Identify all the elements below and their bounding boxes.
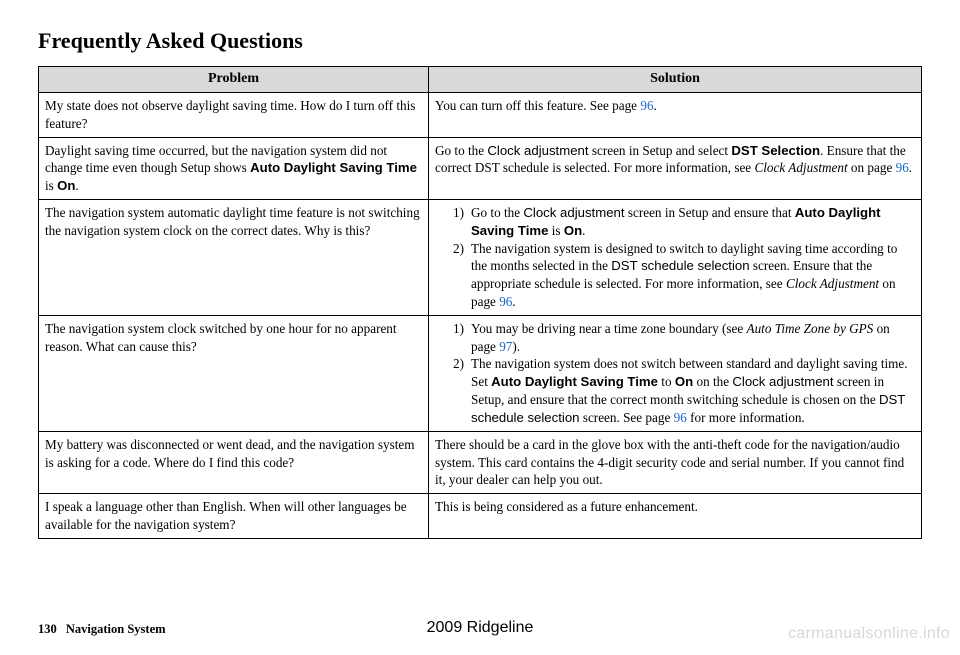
ui-term: Clock adjustment xyxy=(732,374,833,389)
text: is xyxy=(45,178,57,193)
col-header-problem: Problem xyxy=(39,67,429,93)
ui-term: DST Selection xyxy=(731,143,820,158)
page-link[interactable]: 96 xyxy=(499,294,512,309)
list-number: 1) xyxy=(453,204,471,240)
ordered-list: 1) Go to the Clock adjustment screen in … xyxy=(435,204,915,311)
solution-cell: You can turn off this feature. See page … xyxy=(429,92,922,137)
text: ). xyxy=(512,339,520,354)
solution-cell: Go to the Clock adjustment screen in Set… xyxy=(429,137,922,199)
text: You can turn off this feature. See page xyxy=(435,98,640,113)
page-link[interactable]: 96 xyxy=(896,160,909,175)
problem-cell: The navigation system clock switched by … xyxy=(39,315,429,431)
ui-term: Clock adjustment xyxy=(523,205,624,220)
problem-cell: The navigation system automatic daylight… xyxy=(39,199,429,315)
text: to xyxy=(658,374,675,389)
solution-cell: 1) Go to the Clock adjustment screen in … xyxy=(429,199,922,315)
text: . xyxy=(654,98,657,113)
text: is xyxy=(548,223,563,238)
problem-cell: My state does not observe daylight savin… xyxy=(39,92,429,137)
table-row: My state does not observe daylight savin… xyxy=(39,92,922,137)
faq-table: Problem Solution My state does not obser… xyxy=(38,66,922,539)
table-row: My battery was disconnected or went dead… xyxy=(39,431,922,493)
page-number: 130 xyxy=(38,622,57,636)
list-number: 1) xyxy=(453,320,471,356)
solution-cell: There should be a card in the glove box … xyxy=(429,431,922,493)
col-header-solution: Solution xyxy=(429,67,922,93)
text: on page xyxy=(848,160,896,175)
ui-term: Auto Daylight Saving Time xyxy=(491,374,658,389)
reference: Auto Time Zone by GPS xyxy=(747,321,874,336)
reference: Clock Adjustment xyxy=(754,160,847,175)
ui-term: Clock adjustment xyxy=(487,143,588,158)
text: screen in Setup and select xyxy=(589,143,732,158)
ui-term: DST schedule selection xyxy=(611,258,749,273)
page-link[interactable]: 97 xyxy=(499,339,512,354)
problem-cell: I speak a language other than English. W… xyxy=(39,494,429,539)
ui-term: On xyxy=(675,374,693,389)
problem-cell: My battery was disconnected or went dead… xyxy=(39,431,429,493)
list-item: 1) Go to the Clock adjustment screen in … xyxy=(453,204,915,240)
text: screen in Setup and ensure that xyxy=(625,205,795,220)
list-number: 2) xyxy=(453,355,471,426)
page-title: Frequently Asked Questions xyxy=(38,28,922,54)
text: . xyxy=(582,223,585,238)
list-item: 1) You may be driving near a time zone b… xyxy=(453,320,915,356)
ui-term: On xyxy=(57,178,75,193)
table-row: I speak a language other than English. W… xyxy=(39,494,922,539)
section-name: Navigation System xyxy=(66,622,166,636)
model-year: 2009 Ridgeline xyxy=(427,619,534,637)
text: screen. See page xyxy=(580,410,674,425)
text: Go to the xyxy=(435,143,487,158)
page-link[interactable]: 96 xyxy=(640,98,653,113)
text: . xyxy=(75,178,78,193)
watermark: carmanualsonline.info xyxy=(788,625,950,643)
ui-term: Auto Daylight Saving Time xyxy=(250,160,417,175)
text: for more information. xyxy=(687,410,805,425)
list-number: 2) xyxy=(453,240,471,311)
ui-term: On xyxy=(564,223,582,238)
text: You may be driving near a time zone boun… xyxy=(471,321,747,336)
ordered-list: 1) You may be driving near a time zone b… xyxy=(435,320,915,427)
text: Go to the xyxy=(471,205,523,220)
page-link[interactable]: 96 xyxy=(674,410,687,425)
list-item: 2) The navigation system does not switch… xyxy=(453,355,915,426)
table-header-row: Problem Solution xyxy=(39,67,922,93)
text: . xyxy=(909,160,912,175)
reference: Clock Adjustment xyxy=(786,276,879,291)
table-row: Daylight saving time occurred, but the n… xyxy=(39,137,922,199)
solution-cell: 1) You may be driving near a time zone b… xyxy=(429,315,922,431)
table-row: The navigation system automatic daylight… xyxy=(39,199,922,315)
list-item: 2) The navigation system is designed to … xyxy=(453,240,915,311)
problem-cell: Daylight saving time occurred, but the n… xyxy=(39,137,429,199)
solution-cell: This is being considered as a future enh… xyxy=(429,494,922,539)
text: on the xyxy=(693,374,732,389)
table-row: The navigation system clock switched by … xyxy=(39,315,922,431)
text: . xyxy=(512,294,515,309)
